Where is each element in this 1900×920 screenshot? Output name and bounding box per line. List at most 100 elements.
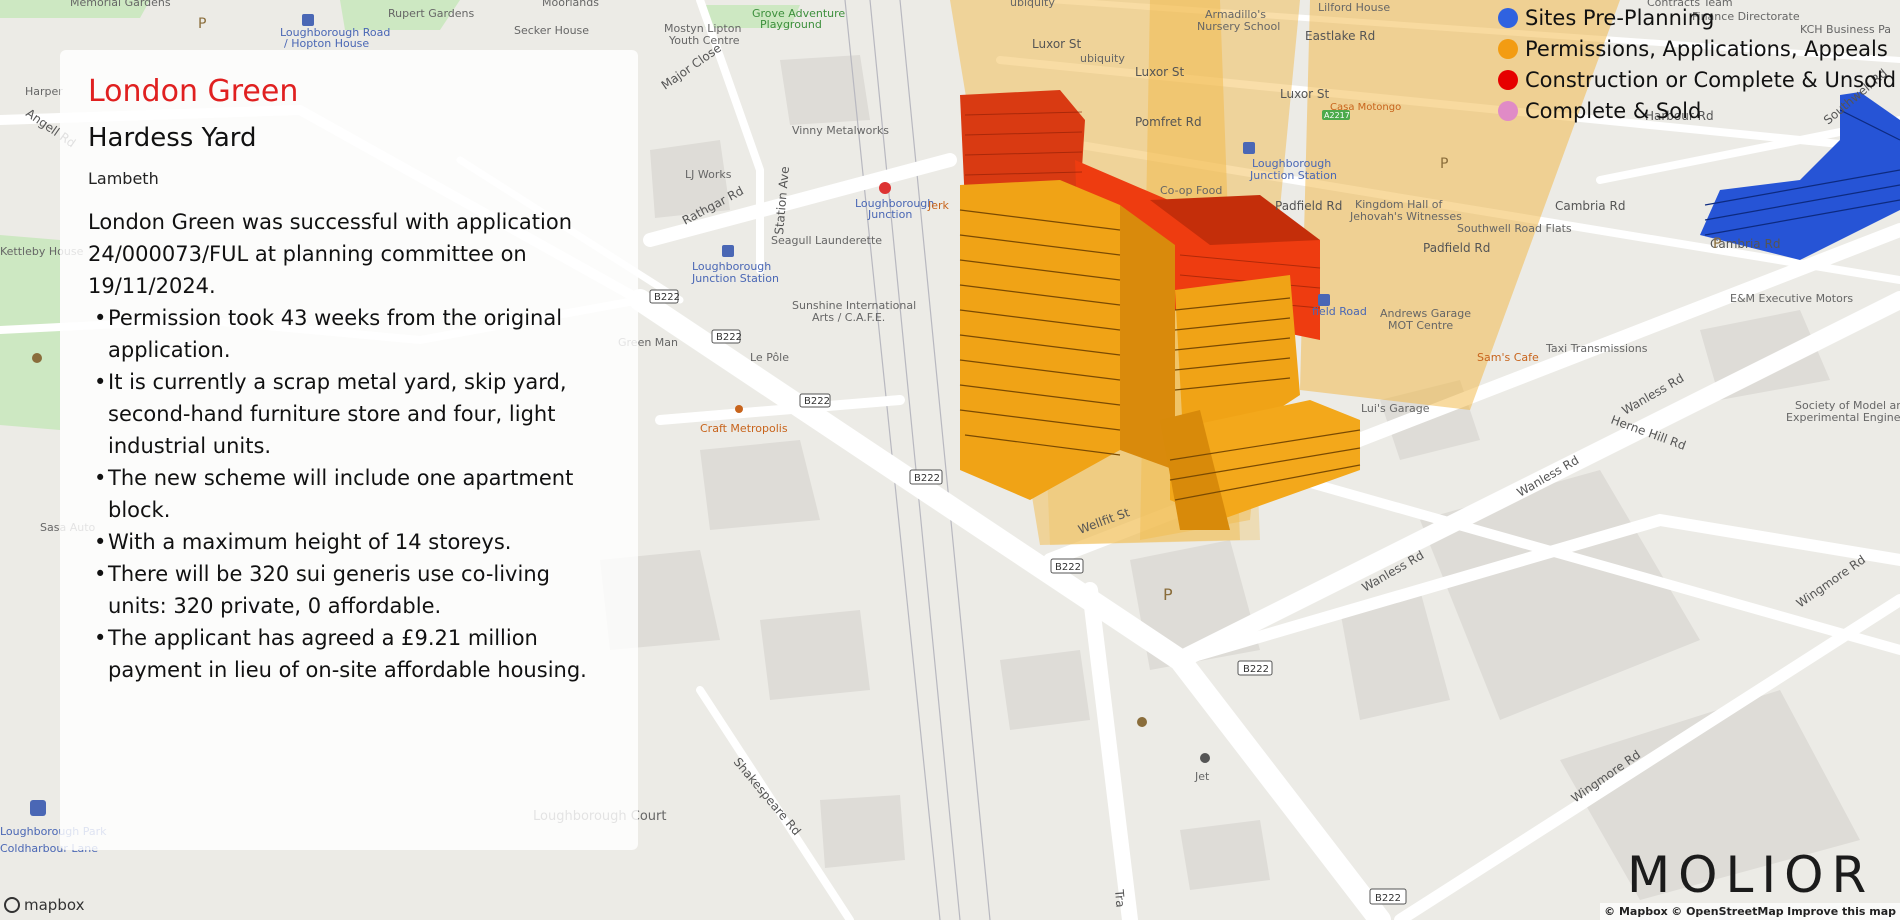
road-shield-b222: B222 [711, 329, 742, 344]
improve-map-link[interactable]: Improve this map [1787, 905, 1896, 918]
bus-stop-icon [302, 14, 314, 26]
svg-text:Memorial Gardens: Memorial Gardens [70, 0, 171, 9]
osm-attribution-link[interactable]: © OpenStreetMap [1671, 905, 1783, 918]
legend-dot-icon [1498, 69, 1518, 90]
svg-text:B222: B222 [1375, 893, 1401, 904]
svg-text:Nursery School: Nursery School [1197, 20, 1280, 33]
map-attribution: © Mapbox © OpenStreetMap Improve this ma… [1600, 903, 1900, 920]
svg-text:Padfield Rd: Padfield Rd [1423, 241, 1490, 255]
site-name: Hardess Yard [88, 123, 257, 153]
legend-item-complete-sold[interactable]: Complete & Sold [1498, 95, 1896, 126]
svg-text:Rupert Gardens: Rupert Gardens [388, 7, 475, 20]
parking-icon: P [1163, 585, 1173, 604]
shop-icon [1137, 717, 1147, 727]
parking-icon: P [1440, 156, 1448, 172]
svg-text:Secker House: Secker House [514, 24, 589, 37]
detail-item-permission-time: Permission took 43 weeks from the origin… [94, 302, 610, 366]
borough-name: Lambeth [88, 169, 159, 188]
place-of-worship-icon [32, 353, 42, 363]
legend-item-permissions[interactable]: Permissions, Applications, Appeals [1498, 33, 1896, 64]
parking-icon: P [1713, 236, 1721, 252]
svg-text:Lui's Garage: Lui's Garage [1361, 402, 1430, 415]
parking-icon: P [198, 16, 206, 32]
svg-text:/ Hopton House: / Hopton House [284, 37, 369, 50]
road-shield-b222: B222 [649, 289, 680, 304]
svg-text:Le Pôle: Le Pôle [750, 351, 789, 364]
legend-label: Complete & Sold [1525, 98, 1702, 123]
detail-item-height: With a maximum height of 14 storeys. [94, 526, 610, 558]
svg-text:Lilford House: Lilford House [1318, 1, 1390, 14]
svg-text:Junction Station: Junction Station [1249, 169, 1337, 182]
mapbox-wordmark: mapbox [24, 896, 85, 914]
svg-text:Jerk: Jerk [927, 199, 950, 212]
detail-item-current-use: It is currently a scrap metal yard, skip… [94, 366, 610, 462]
fuel-station-icon [1200, 753, 1210, 763]
svg-text:Tra: Tra [1112, 888, 1128, 908]
svg-text:Craft Metropolis: Craft Metropolis [700, 422, 788, 435]
svg-text:Junction Station: Junction Station [691, 272, 779, 285]
svg-text:Padfield Rd: Padfield Rd [1275, 199, 1342, 213]
legend-item-pre-planning[interactable]: Sites Pre-Planning [1498, 2, 1896, 33]
svg-text:Luxor St: Luxor St [1135, 65, 1185, 79]
svg-text:Experimental Engineers: Experimental Engineers [1786, 411, 1900, 424]
legend-label: Permissions, Applications, Appeals [1525, 36, 1888, 61]
svg-text:B222: B222 [914, 473, 940, 484]
svg-text:Cambria Rd: Cambria Rd [1555, 199, 1625, 213]
svg-text:Luxor St: Luxor St [1032, 37, 1082, 51]
map-legend: Sites Pre-Planning Permissions, Applicat… [1498, 2, 1896, 126]
planning-summary: London Green was successful with applica… [88, 210, 573, 298]
molior-logo: MOLIOR [1627, 846, 1875, 904]
bus-stop-icon [722, 245, 734, 257]
svg-text:Vinny Metalworks: Vinny Metalworks [792, 124, 889, 137]
svg-text:Southwell Road Flats: Southwell Road Flats [1457, 222, 1572, 235]
road-shield-b222: B222 [1237, 660, 1273, 676]
svg-text:LJ Works: LJ Works [685, 168, 732, 181]
svg-text:Sam's Cafe: Sam's Cafe [1477, 351, 1539, 364]
svg-text:Youth Centre: Youth Centre [668, 34, 740, 47]
svg-text:E&M Executive Motors: E&M Executive Motors [1730, 292, 1853, 305]
svg-text:Harper: Harper [25, 85, 63, 98]
svg-text:Eastlake Rd: Eastlake Rd [1305, 29, 1375, 43]
site-info-panel: London Green Hardess Yard Lambeth London… [60, 50, 638, 850]
bar-icon [735, 405, 743, 413]
legend-label: Construction or Complete & Unsold [1525, 67, 1897, 92]
bus-stop-icon [30, 800, 46, 816]
svg-text:Co-op Food: Co-op Food [1160, 184, 1222, 197]
legend-dot-icon [1498, 7, 1518, 28]
bus-stop-icon [1243, 142, 1255, 154]
svg-text:Pomfret Rd: Pomfret Rd [1135, 115, 1202, 129]
mapbox-icon [4, 897, 20, 913]
legend-dot-icon [1498, 100, 1518, 121]
detail-item-units: There will be 320 sui generis use co-liv… [94, 558, 610, 622]
svg-text:Moorlands: Moorlands [542, 0, 599, 9]
svg-text:field Road: field Road [1312, 305, 1367, 318]
svg-text:Seagull Launderette: Seagull Launderette [771, 234, 882, 247]
detail-item-affordable-payment: The applicant has agreed a £9.21 million… [94, 622, 610, 686]
svg-text:B222: B222 [1243, 664, 1269, 675]
svg-text:ubiquity: ubiquity [1010, 0, 1055, 9]
road-shield-b222: B222 [1050, 558, 1084, 574]
svg-text:B222: B222 [654, 292, 680, 303]
svg-text:B222: B222 [804, 396, 830, 407]
svg-text:Taxi Transmissions: Taxi Transmissions [1545, 342, 1648, 355]
road-shield-b222: B222 [1369, 888, 1407, 905]
svg-text:ubiquity: ubiquity [1080, 52, 1125, 65]
road-shield-b222: B222 [799, 393, 831, 408]
site-details-list: Permission took 43 weeks from the origin… [88, 302, 610, 686]
svg-text:Casa Motongo: Casa Motongo [1330, 102, 1401, 113]
mapbox-logo[interactable]: mapbox [4, 896, 84, 914]
svg-text:MOT Centre: MOT Centre [1388, 319, 1453, 332]
svg-text:B222: B222 [1055, 562, 1081, 573]
legend-item-construction[interactable]: Construction or Complete & Unsold [1498, 64, 1896, 95]
bus-stop-icon [1318, 294, 1330, 306]
developer-name: London Green [88, 74, 299, 109]
svg-text:Arts / C.A.F.E.: Arts / C.A.F.E. [812, 311, 885, 324]
legend-label: Sites Pre-Planning [1525, 5, 1715, 30]
rail-station-icon [879, 182, 891, 194]
legend-dot-icon [1498, 38, 1518, 59]
svg-text:Jehovah's Witnesses: Jehovah's Witnesses [1349, 210, 1462, 223]
svg-text:Luxor St: Luxor St [1280, 87, 1330, 101]
road-shield-b222: B222 [909, 469, 943, 485]
svg-text:Jet: Jet [1194, 770, 1210, 783]
mapbox-attribution-link[interactable]: © Mapbox [1604, 905, 1668, 918]
